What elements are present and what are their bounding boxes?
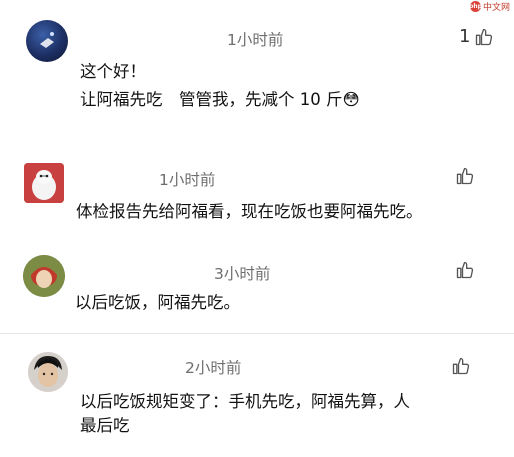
comment-text-line: 最后吃 [80,416,130,435]
comment-text-line: 以后吃饭，阿福先吃。 [75,293,240,312]
thumbs-up-icon [452,357,470,375]
comment-time: 3小时前 [214,265,271,283]
like-button[interactable] [455,260,475,280]
thumbs-up-icon [456,167,474,185]
like-button[interactable] [455,166,475,186]
comment-time: 1小时前 [227,31,284,49]
like-button[interactable] [451,356,471,376]
comment-text-line: 这个好！ [80,62,146,81]
avatar[interactable] [26,20,68,62]
comment-section: php 中文网 1小时前 1 这个好！ 让阿福先吃 管管我，先减个 10 斤😳 [0,0,514,457]
comment-text-line: 以后吃饭规矩变了：手机先吃，阿福先算，人 [80,392,410,411]
comment-time: 1小时前 [159,171,216,189]
divider [0,333,514,334]
comment-text-line: 体检报告先给阿福看，现在吃饭也要阿福先吃。 [76,202,423,221]
like-count: 1 [459,26,471,47]
avatar-image [24,163,64,203]
avatar-image [23,255,65,297]
like-button[interactable]: 1 [459,26,494,47]
comment-time: 2小时前 [185,359,242,377]
avatar-image [40,32,54,48]
site-watermark: php 中文网 [469,0,510,13]
comment-text-line: 让阿福先吃 管管我，先减个 10 斤😳 [80,90,360,109]
watermark-badge: php [469,1,482,12]
avatar-image [28,352,68,392]
thumbs-up-icon [476,28,493,45]
thumbs-up-icon [456,261,474,279]
avatar[interactable] [23,255,65,297]
avatar[interactable] [24,163,64,203]
watermark-text: 中文网 [482,3,510,13]
avatar[interactable] [28,352,68,392]
